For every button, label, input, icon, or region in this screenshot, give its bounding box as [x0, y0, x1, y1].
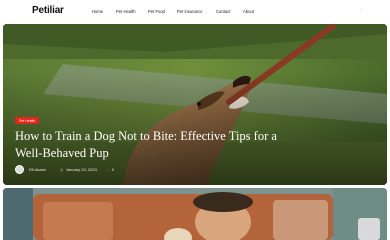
couch-photo: [3, 188, 387, 240]
post-meta: PA Akash ◷ January 23, 2023 ◌ 0: [15, 165, 114, 174]
nav-pet-food[interactable]: Pet Food: [148, 9, 165, 14]
author-name[interactable]: PA Akash: [29, 167, 46, 172]
secondary-post-image[interactable]: [3, 188, 387, 240]
post-date: January 23, 2023: [65, 167, 97, 172]
dots-icon[interactable]: ⋮: [359, 8, 364, 14]
comment-icon: ◌: [106, 167, 109, 172]
nav-about[interactable]: About: [243, 9, 254, 14]
site-logo[interactable]: Petiliar: [32, 5, 64, 16]
nav-contact[interactable]: Contact: [216, 9, 230, 14]
featured-post[interactable]: Pet Health How to Train a Dog Not to Bit…: [3, 24, 387, 185]
nav-pet-health[interactable]: Pet Health: [116, 9, 136, 14]
comment-count[interactable]: 0: [112, 167, 114, 172]
post-title[interactable]: How to Train a Dog Not to Bite: Effectiv…: [15, 128, 305, 162]
nav-home[interactable]: Home: [92, 9, 103, 14]
calendar-icon: ◷: [59, 167, 63, 172]
category-badge[interactable]: Pet Health: [15, 117, 40, 124]
site-header: Petiliar Home Pet Health Pet Food Pet in…: [0, 0, 390, 24]
nav-pet-insurance[interactable]: Pet insurance: [177, 9, 203, 14]
author-avatar[interactable]: [15, 165, 24, 174]
